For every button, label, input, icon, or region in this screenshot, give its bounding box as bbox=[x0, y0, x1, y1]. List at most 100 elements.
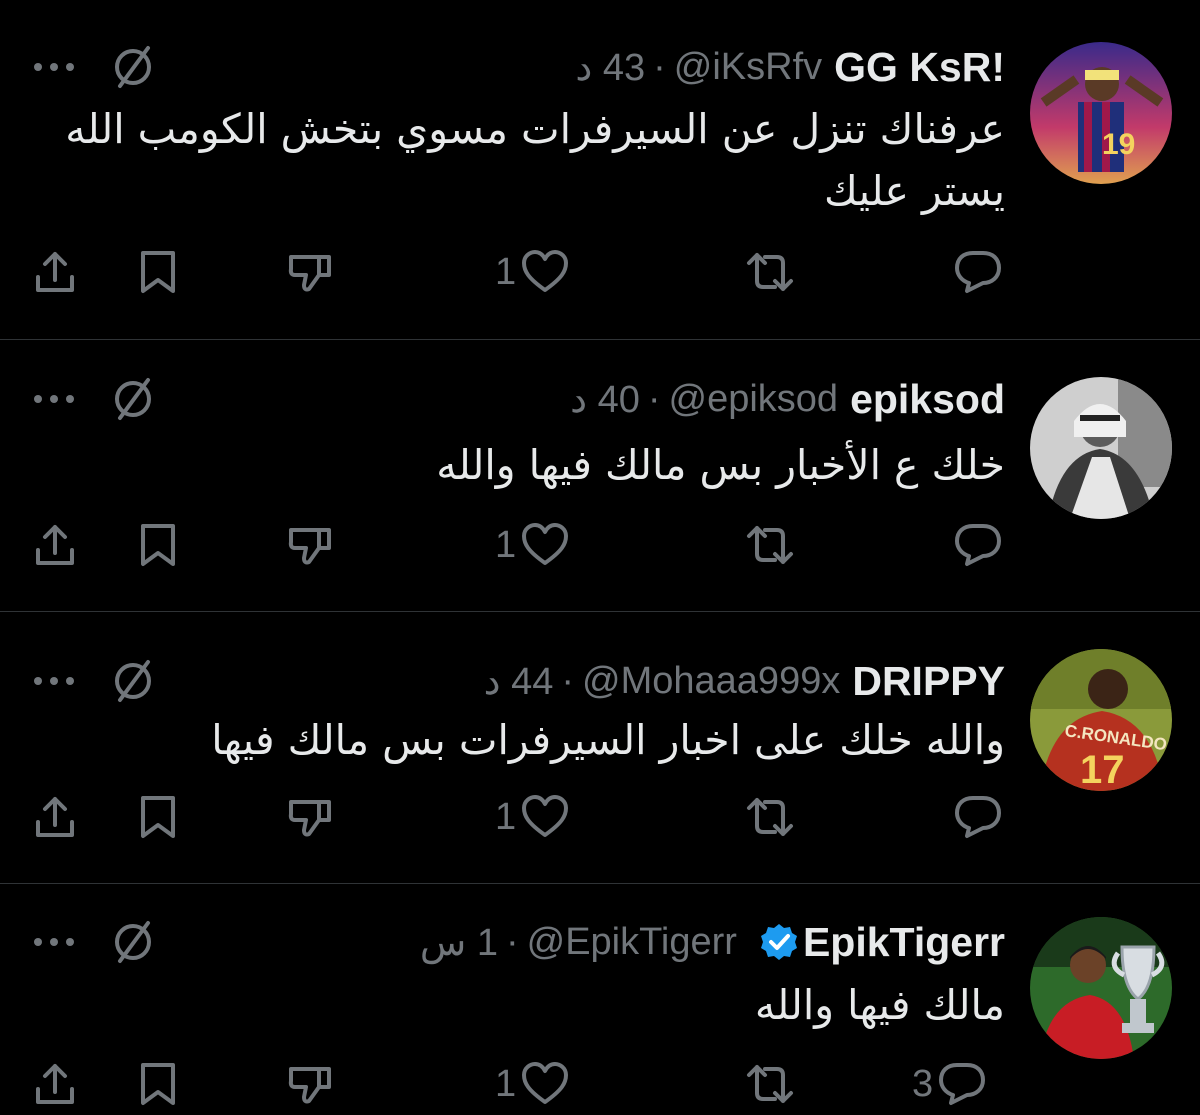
verified-badge-icon bbox=[760, 924, 797, 960]
repost-button[interactable] bbox=[745, 242, 795, 302]
bookmark-button[interactable] bbox=[133, 1054, 183, 1114]
display-name[interactable]: DRIPPY bbox=[852, 658, 1005, 705]
handle-time: @iKsRfv · 43 د bbox=[575, 45, 822, 90]
handle[interactable]: @epiksod bbox=[669, 378, 839, 421]
separator-dot: · bbox=[561, 659, 575, 702]
handle[interactable]: @iKsRfv bbox=[674, 46, 822, 89]
share-button[interactable] bbox=[30, 515, 80, 575]
tweet-actions: 1 bbox=[0, 515, 1200, 575]
reply-icon bbox=[955, 251, 1001, 293]
downvote-button[interactable] bbox=[285, 1054, 335, 1114]
timestamp[interactable]: 44 د bbox=[484, 659, 554, 704]
grok-icon[interactable] bbox=[108, 917, 158, 967]
tweet[interactable]: C.RONALDO 17 DRIPPY @Mohaaa999x · 44 د و… bbox=[0, 612, 1200, 884]
share-icon bbox=[36, 525, 74, 565]
repost-button[interactable] bbox=[745, 1054, 795, 1114]
more-options-icon[interactable] bbox=[32, 935, 76, 949]
tweet[interactable]: EpikTigerr @EpikTigerr · 1 س مالك فيها و… bbox=[0, 884, 1200, 1115]
display-name[interactable]: epiksod bbox=[850, 376, 1005, 423]
reply-feed: 19 GG KsR! @iKsRfv · 43 د عرفناك تنزل عن… bbox=[0, 0, 1200, 1115]
heart-icon bbox=[522, 250, 569, 292]
tweet-text: عرفناك تنزل عن السيرفرات مسوي بتخش الكوم… bbox=[65, 105, 1005, 215]
repost-icon bbox=[747, 1065, 793, 1103]
grok-icon[interactable] bbox=[108, 374, 158, 424]
handle[interactable]: @Mohaaa999x bbox=[582, 660, 840, 703]
bookmark-button[interactable] bbox=[133, 787, 183, 847]
like-count: 1 bbox=[495, 250, 517, 293]
more-options-icon[interactable] bbox=[32, 674, 76, 688]
like-count: 1 bbox=[495, 795, 517, 838]
tweet-text: خلك ع الأخبار بس مالك فيها والله bbox=[436, 441, 1005, 489]
reply-icon bbox=[955, 524, 1001, 566]
avatar[interactable]: 19 bbox=[1030, 42, 1172, 184]
repost-icon bbox=[747, 253, 793, 291]
downvote-button[interactable] bbox=[285, 787, 335, 847]
reply-button[interactable] bbox=[953, 515, 1003, 575]
display-name[interactable]: EpikTigerr bbox=[803, 919, 1005, 966]
avatar[interactable]: C.RONALDO 17 bbox=[1030, 649, 1172, 791]
grok-icon[interactable] bbox=[108, 656, 158, 706]
avatar[interactable] bbox=[1030, 377, 1172, 519]
separator-dot: · bbox=[653, 45, 666, 88]
svg-text:17: 17 bbox=[1080, 748, 1125, 791]
separator-dot: · bbox=[505, 920, 519, 963]
repost-button[interactable] bbox=[745, 787, 795, 847]
tweet-header: DRIPPY @Mohaaa999x · 44 د bbox=[484, 656, 1005, 706]
timestamp[interactable]: 1 س bbox=[420, 920, 498, 965]
like-button[interactable]: 1 bbox=[495, 1054, 570, 1114]
reply-icon bbox=[955, 796, 1001, 838]
like-button[interactable]: 1 bbox=[495, 515, 570, 575]
heart-icon bbox=[522, 523, 569, 565]
handle-time: @EpikTigerr · 1 س bbox=[420, 920, 737, 965]
like-count: 1 bbox=[495, 523, 517, 566]
share-icon bbox=[36, 1064, 74, 1104]
tweet-text: والله خلك على اخبار السيرفرات بس مالك في… bbox=[211, 716, 1005, 764]
tweet-header: EpikTigerr @EpikTigerr · 1 س bbox=[420, 917, 1005, 967]
thumbs-down-icon bbox=[288, 800, 331, 837]
share-icon bbox=[36, 252, 74, 292]
more-options-icon[interactable] bbox=[32, 392, 76, 406]
heart-icon bbox=[522, 1062, 569, 1104]
separator-dot: · bbox=[647, 377, 661, 420]
share-button[interactable] bbox=[30, 242, 80, 302]
like-button[interactable]: 1 bbox=[495, 242, 570, 302]
tweet[interactable]: epiksod @epiksod · 40 د خلك ع الأخبار بس… bbox=[0, 340, 1200, 612]
display-name[interactable]: GG KsR! bbox=[834, 44, 1005, 91]
timestamp[interactable]: 40 د bbox=[570, 377, 640, 422]
reply-button[interactable]: 3 bbox=[912, 1054, 987, 1114]
tweet-text: مالك فيها والله bbox=[754, 981, 1005, 1029]
share-button[interactable] bbox=[30, 787, 80, 847]
bookmark-button[interactable] bbox=[133, 515, 183, 575]
reply-count: 3 bbox=[912, 1062, 934, 1105]
share-button[interactable] bbox=[30, 1054, 80, 1114]
thumbs-down-icon bbox=[288, 528, 331, 565]
grok-icon[interactable] bbox=[108, 42, 158, 92]
bookmark-button[interactable] bbox=[133, 242, 183, 302]
tweet-header: epiksod @epiksod · 40 د bbox=[570, 374, 1005, 424]
thumbs-down-icon bbox=[288, 1067, 331, 1104]
tweet-actions: 1 3 bbox=[0, 1054, 1200, 1114]
like-count: 1 bbox=[495, 1062, 517, 1105]
handle-time: @Mohaaa999x · 44 د bbox=[484, 659, 841, 704]
bookmark-icon bbox=[141, 524, 175, 566]
bookmark-icon bbox=[141, 251, 175, 293]
repost-icon bbox=[747, 798, 793, 836]
downvote-button[interactable] bbox=[285, 242, 335, 302]
repost-icon bbox=[747, 526, 793, 564]
tweet[interactable]: 19 GG KsR! @iKsRfv · 43 د عرفناك تنزل عن… bbox=[0, 0, 1200, 340]
handle[interactable]: @EpikTigerr bbox=[527, 921, 737, 964]
reply-button[interactable] bbox=[953, 242, 1003, 302]
svg-text:19: 19 bbox=[1102, 128, 1135, 161]
tweet-actions: 1 bbox=[0, 787, 1200, 847]
avatar[interactable] bbox=[1030, 917, 1172, 1059]
bookmark-icon bbox=[141, 1063, 175, 1105]
share-icon bbox=[36, 797, 74, 837]
reply-icon bbox=[939, 1063, 986, 1105]
reply-button[interactable] bbox=[953, 787, 1003, 847]
handle-time: @epiksod · 40 د bbox=[570, 377, 838, 422]
downvote-button[interactable] bbox=[285, 515, 335, 575]
repost-button[interactable] bbox=[745, 515, 795, 575]
timestamp[interactable]: 43 د bbox=[575, 45, 645, 90]
more-options-icon[interactable] bbox=[32, 60, 76, 74]
like-button[interactable]: 1 bbox=[495, 787, 570, 847]
